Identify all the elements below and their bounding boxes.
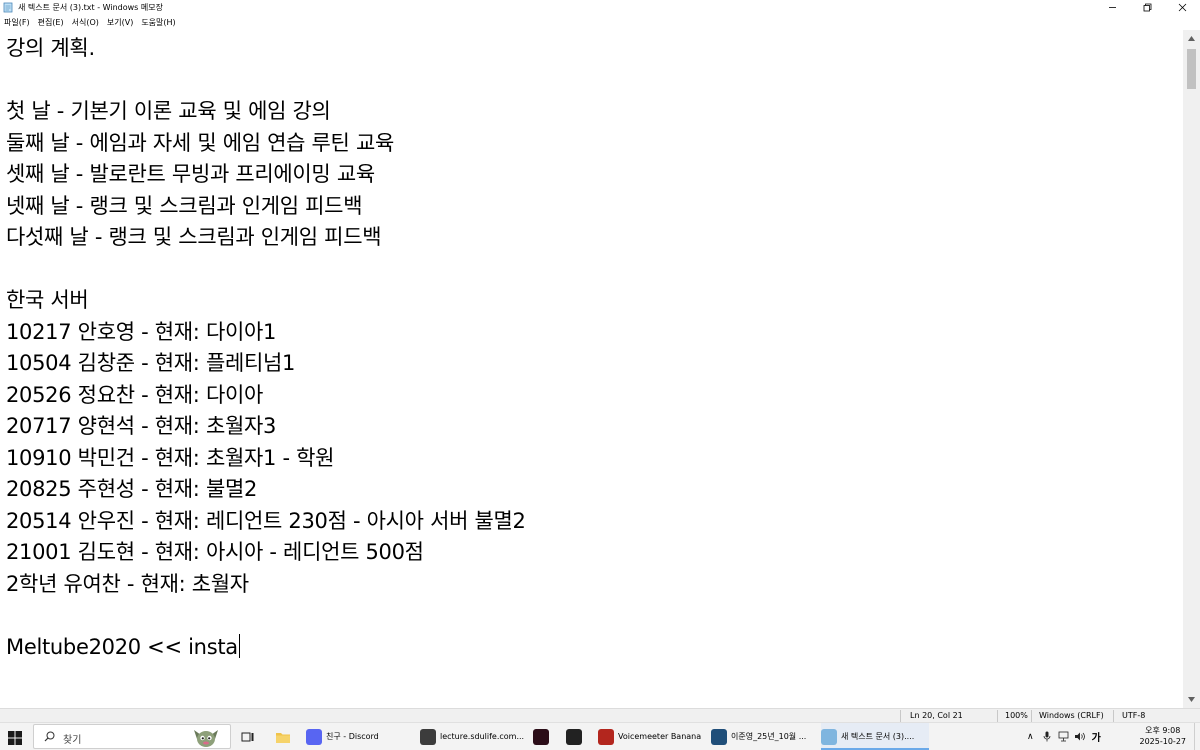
voicemeeter-icon xyxy=(598,728,614,745)
notepad-icon xyxy=(3,2,14,13)
editor-line[interactable]: 20526 정요찬 - 현재: 다이아 xyxy=(6,380,526,412)
taskbar-search-box[interactable]: 찾기 xyxy=(33,724,231,749)
title-bar: 새 텍스트 문서 (3).txt - Windows 메모장 xyxy=(0,0,1200,15)
taskbar-app-button[interactable] xyxy=(533,723,555,750)
vertical-scrollbar[interactable] xyxy=(1183,30,1200,708)
editor-line[interactable]: 둘째 날 - 에임과 자세 및 에임 연습 루틴 교육 xyxy=(6,128,526,160)
chevron-down-icon xyxy=(1188,697,1195,702)
clock-date: 2025-10-27 xyxy=(1139,737,1187,746)
taskbar-app-button[interactable]: 새 텍스트 문서 (3).... xyxy=(821,723,929,750)
system-tray: ∧ 가 xyxy=(1027,723,1101,750)
editor-line[interactable]: 20717 양현석 - 현재: 초월자3 xyxy=(6,411,526,443)
editor-line[interactable]: 10910 박민건 - 현재: 초월자1 - 학원 xyxy=(6,443,526,475)
status-line-ending: Windows (CRLF) xyxy=(1039,711,1104,720)
editor-line[interactable] xyxy=(6,65,526,97)
menu-view[interactable]: 보기(V) xyxy=(103,17,137,28)
taskbar-app-label: 새 텍스트 문서 (3).... xyxy=(841,732,915,741)
task-view-button[interactable] xyxy=(241,723,259,750)
document-icon xyxy=(711,728,727,745)
obs-icon xyxy=(566,728,582,745)
start-button[interactable] xyxy=(8,730,22,745)
status-position: Ln 20, Col 21 xyxy=(910,711,963,720)
valorant-icon xyxy=(533,728,549,745)
editor-line[interactable]: 10504 김창준 - 현재: 플레티넘1 xyxy=(6,348,526,380)
editor-line[interactable]: 20825 주현성 - 현재: 불멸2 xyxy=(6,474,526,506)
discord-icon xyxy=(306,728,322,745)
file-explorer-button[interactable] xyxy=(275,723,293,750)
menu-help[interactable]: 도움말(H) xyxy=(137,17,179,28)
task-view-icon xyxy=(241,732,254,741)
search-label: 찾기 xyxy=(63,735,82,746)
clock-time: 오후 9:08 xyxy=(1145,726,1181,735)
status-divider xyxy=(900,710,901,722)
minimize-button[interactable] xyxy=(1095,0,1130,15)
taskbar-app-label: 친구 - Discord xyxy=(326,732,379,741)
taskbar-app-label: lecture.sdulife.com... xyxy=(440,732,525,741)
taskbar-app-button[interactable] xyxy=(566,723,588,750)
notepad-icon xyxy=(821,728,837,745)
minimize-icon xyxy=(1109,7,1116,8)
editor-line[interactable]: 20514 안우진 - 현재: 레디언트 230점 - 아시아 서버 불멸2 xyxy=(6,506,526,538)
taskbar-app-label: 이준영_25년_10월 ... xyxy=(731,732,807,741)
taskbar-app-button[interactable]: 이준영_25년_10월 ... xyxy=(711,723,815,750)
status-divider xyxy=(997,710,998,722)
editor-line[interactable]: 첫 날 - 기본기 이론 교육 및 에임 강의 xyxy=(6,96,526,128)
scroll-down-button[interactable] xyxy=(1183,691,1200,708)
search-highlight-mascot-icon xyxy=(194,730,218,747)
menu-edit[interactable]: 편집(E) xyxy=(34,17,68,28)
status-divider xyxy=(1031,710,1032,722)
text-caret xyxy=(238,633,241,658)
ime-indicator[interactable]: 가 xyxy=(1092,729,1101,744)
scrollbar-thumb[interactable] xyxy=(1187,49,1196,89)
editor-line[interactable]: Meltube2020 << insta xyxy=(6,632,526,664)
folder-icon xyxy=(276,732,290,743)
editor-text[interactable]: 강의 계획. 첫 날 - 기본기 이론 교육 및 에임 강의 둘째 날 - 에임과 … xyxy=(6,33,526,663)
network-icon[interactable] xyxy=(1058,731,1069,742)
taskbar-app-button[interactable]: Voicemeeter Banana xyxy=(598,723,706,750)
microphone-icon[interactable] xyxy=(1043,731,1051,742)
search-icon xyxy=(44,731,55,742)
editor-line[interactable]: 다섯째 날 - 랭크 및 스크림과 인게임 피드백 xyxy=(6,222,526,254)
menu-file[interactable]: 파일(F) xyxy=(0,17,34,28)
editor-line[interactable]: 한국 서버 xyxy=(6,285,526,317)
scroll-up-button[interactable] xyxy=(1183,30,1200,47)
editor-line[interactable] xyxy=(6,600,526,632)
taskbar-app-label: Voicemeeter Banana xyxy=(618,732,702,741)
taskbar-clock[interactable]: 오후 9:08 2025-10-27 xyxy=(1140,725,1187,747)
close-icon xyxy=(1178,3,1187,12)
restore-icon xyxy=(1143,3,1152,12)
browser-icon xyxy=(420,728,436,745)
status-zoom: 100% xyxy=(1005,711,1028,720)
editor-line[interactable] xyxy=(6,254,526,286)
menu-bar: 파일(F) 편집(E) 서식(O) 보기(V) 도움말(H) xyxy=(0,15,1200,30)
chevron-up-icon[interactable]: ∧ xyxy=(1027,732,1034,742)
chevron-up-icon xyxy=(1188,36,1195,41)
volume-icon[interactable] xyxy=(1074,731,1086,742)
windows-logo-icon xyxy=(8,731,22,745)
editor-line[interactable]: 넷째 날 - 랭크 및 스크림과 인게임 피드백 xyxy=(6,191,526,223)
taskbar-app-button[interactable]: lecture.sdulife.com... xyxy=(420,723,526,750)
menu-format[interactable]: 서식(O) xyxy=(68,17,103,28)
editor-line[interactable]: 10217 안호영 - 현재: 다이아1 xyxy=(6,317,526,349)
restore-button[interactable] xyxy=(1130,0,1165,15)
status-divider xyxy=(1113,710,1114,722)
editor-line[interactable]: 셋째 날 - 발로란트 무빙과 프리에이밍 교육 xyxy=(6,159,526,191)
editor-line[interactable]: 2학년 유여찬 - 현재: 초월자 xyxy=(6,569,526,601)
taskbar-app-button[interactable]: 친구 - Discord xyxy=(306,723,414,750)
status-encoding: UTF-8 xyxy=(1122,711,1146,720)
window-title: 새 텍스트 문서 (3).txt - Windows 메모장 xyxy=(18,3,163,12)
show-desktop-button[interactable] xyxy=(1194,723,1200,750)
editor-line[interactable]: 21001 김도현 - 현재: 아시아 - 레디언트 500점 xyxy=(6,537,526,569)
text-editor[interactable]: 강의 계획. 첫 날 - 기본기 이론 교육 및 에임 강의 둘째 날 - 에임과 … xyxy=(0,30,1183,708)
editor-line[interactable]: 강의 계획. xyxy=(6,33,526,65)
status-bar: Ln 20, Col 21 100% Windows (CRLF) UTF-8 xyxy=(0,708,1200,722)
taskbar: 찾기 친구 - Discord lecture.sdulife.com... Voi… xyxy=(0,722,1200,750)
close-button[interactable] xyxy=(1165,0,1200,15)
